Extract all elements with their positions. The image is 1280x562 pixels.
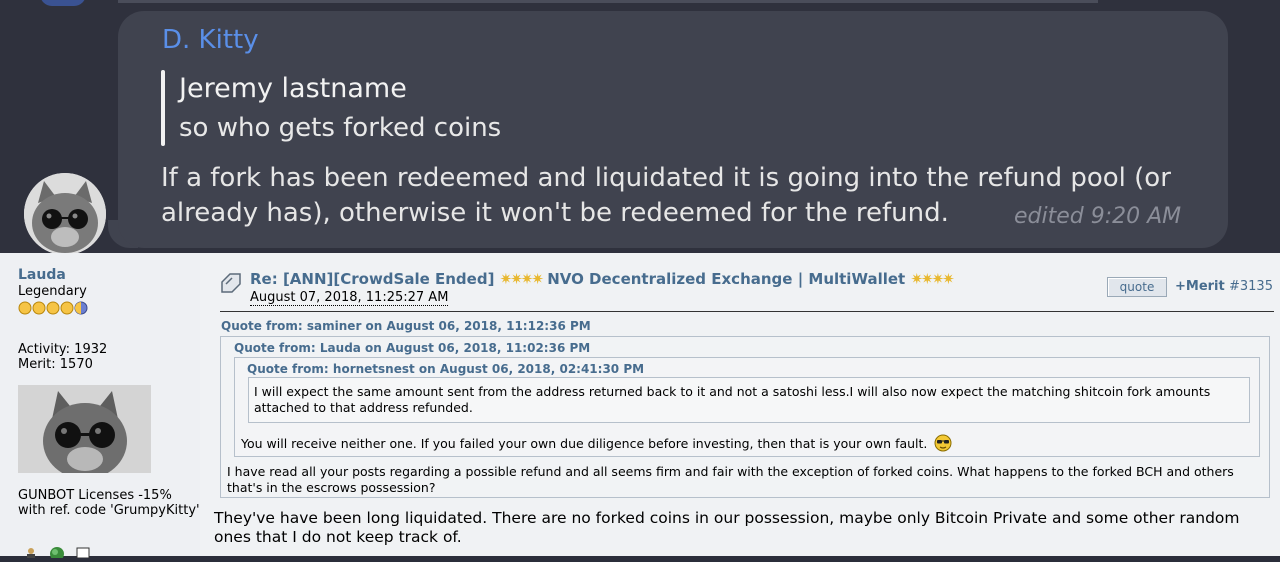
quote-text-hornetsnest: I will expect the same amount sent from … <box>254 384 1211 415</box>
post-title-link[interactable]: Re: [ANN][CrowdSale Ended] ✷✷✷✷ NVO Dece… <box>250 270 955 288</box>
user-profile-icon[interactable] <box>27 548 35 558</box>
message-text-line-1: If a fork has been redeemed and liquidat… <box>161 163 1171 193</box>
profile-icons <box>22 543 92 562</box>
merit-button[interactable]: +Merit <box>1175 279 1225 294</box>
message-icon[interactable] <box>76 547 90 559</box>
quote-text-saminer: I have read all your posts regarding a p… <box>227 464 1234 495</box>
post-topic-icon <box>220 272 244 298</box>
poster-merit: Merit: 1570 <box>18 357 93 372</box>
quote-button[interactable]: quote <box>1107 277 1167 297</box>
edited-timestamp: edited 9:20 AM <box>1014 204 1182 229</box>
avatar[interactable] <box>24 173 106 255</box>
quote-header-lauda[interactable]: Quote from: Lauda on August 06, 2018, 11… <box>234 341 590 355</box>
reply-quote-bar <box>161 70 165 146</box>
cat-with-glasses-icon <box>24 173 106 255</box>
post-divider <box>220 311 1274 312</box>
previous-avatar <box>40 0 86 6</box>
forum-post: Lauda Legendary Activity: 1932 Merit: 15… <box>0 253 1280 561</box>
sender-name[interactable]: D. Kitty <box>162 25 259 55</box>
sparkle-stars-icon: ✷✷✷✷ <box>910 270 954 288</box>
cool-sunglasses-emoji-icon <box>934 434 952 456</box>
message-text-line-2: already has), otherwise it won't be rede… <box>161 198 949 228</box>
cat-with-glasses-icon <box>18 385 151 473</box>
reply-quote-author[interactable]: Jeremy lastname <box>179 73 407 104</box>
quote-text-lauda: You will receive neither one. If you fai… <box>241 436 928 451</box>
previous-message-edge <box>118 0 1098 3</box>
reply-quote-text[interactable]: so who gets forked coins <box>179 113 501 143</box>
poster-avatar[interactable] <box>18 385 151 473</box>
chat-panel: D. Kitty Jeremy lastname so who gets for… <box>0 0 1280 255</box>
quote-text-lauda-row: You will receive neither one. If you fai… <box>241 434 952 456</box>
website-globe-icon[interactable] <box>50 547 64 561</box>
poster-activity: Activity: 1932 <box>18 342 108 357</box>
post-title-part1[interactable]: Re: [ANN][CrowdSale Ended] <box>250 270 494 288</box>
quote-header-hornetsnest[interactable]: Quote from: hornetsnest on August 06, 20… <box>247 362 644 376</box>
sparkle-stars-icon: ✷✷✷✷ <box>499 270 544 288</box>
rank-coins-icon <box>18 300 90 319</box>
poster-name[interactable]: Lauda <box>18 267 66 283</box>
post-date[interactable]: August 07, 2018, 11:25:27 AM <box>250 290 449 306</box>
poster-sidebar: Lauda Legendary Activity: 1932 Merit: 15… <box>0 253 200 561</box>
poster-rank: Legendary <box>18 284 87 299</box>
poster-signature: GUNBOT Licenses -15% with ref. code 'Gru… <box>18 488 200 518</box>
post-body-reply: They've have been long liquidated. There… <box>214 509 1240 546</box>
post-title-part2[interactable]: NVO Decentralized Exchange | MultiWallet <box>547 270 905 288</box>
quote-header-saminer[interactable]: Quote from: saminer on August 06, 2018, … <box>221 319 591 333</box>
post-number[interactable]: #3135 <box>1229 279 1273 294</box>
